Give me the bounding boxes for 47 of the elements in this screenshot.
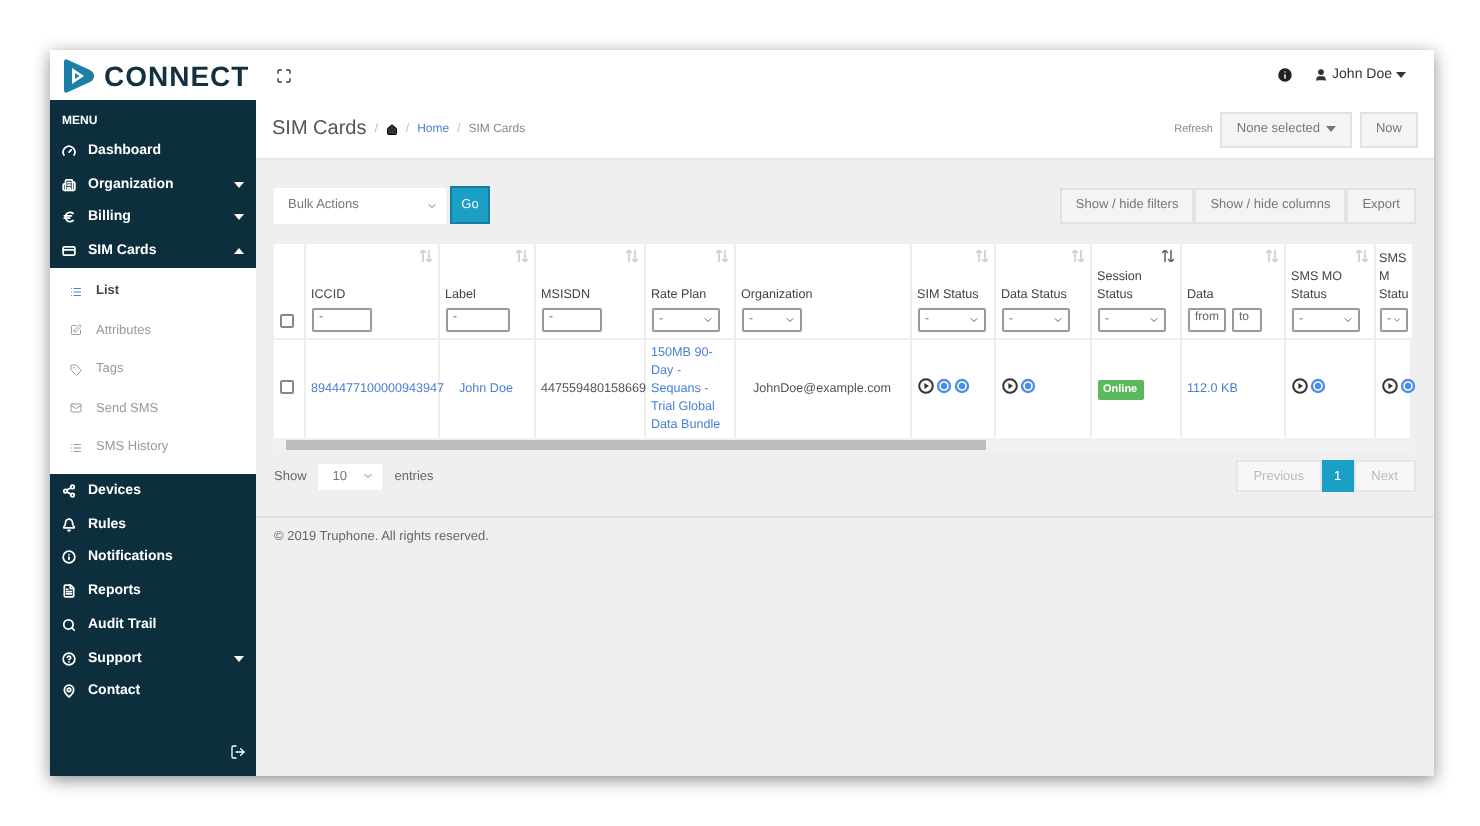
brand-name: CONNECT bbox=[104, 59, 250, 91]
menu-icon bbox=[70, 402, 82, 414]
menu-icon bbox=[70, 441, 82, 453]
chevron-icon bbox=[701, 314, 713, 326]
menu-icon bbox=[70, 363, 82, 375]
menu-icon bbox=[62, 684, 76, 699]
row-checkbox[interactable] bbox=[280, 379, 294, 393]
chevron-icon bbox=[426, 199, 438, 211]
chevron-icon bbox=[1051, 314, 1063, 326]
caret-icon bbox=[234, 247, 244, 254]
chevron-icon bbox=[362, 470, 375, 482]
home-icon[interactable] bbox=[385, 123, 398, 135]
caret-icon bbox=[234, 655, 244, 662]
chevron-icon bbox=[967, 314, 979, 326]
logout-icon[interactable] bbox=[230, 744, 246, 760]
menu-icon bbox=[62, 177, 76, 192]
menu-icon bbox=[62, 143, 76, 158]
menu-icon bbox=[62, 517, 76, 532]
status-icon[interactable] bbox=[953, 378, 969, 394]
menu-icon bbox=[62, 617, 76, 632]
chevron-icon bbox=[1147, 314, 1159, 326]
caret-icon bbox=[234, 214, 244, 221]
info-icon[interactable] bbox=[1276, 66, 1295, 84]
page-title: SIM Cards bbox=[272, 118, 367, 140]
play-icon[interactable] bbox=[1291, 378, 1307, 394]
chevron-icon bbox=[783, 314, 795, 326]
fullscreen-icon[interactable] bbox=[276, 67, 292, 83]
play-icon[interactable] bbox=[1381, 378, 1397, 394]
chevron-icon bbox=[1341, 314, 1353, 326]
menu-icon bbox=[70, 324, 82, 336]
menu-icon bbox=[62, 210, 76, 225]
menu-icon bbox=[62, 584, 76, 599]
menu-icon bbox=[62, 550, 76, 565]
menu-icon bbox=[62, 484, 76, 499]
caret-icon bbox=[234, 181, 244, 188]
sort-icon[interactable] bbox=[1161, 250, 1173, 262]
chevron-icon bbox=[1391, 314, 1401, 326]
caret-icon bbox=[1396, 72, 1406, 78]
user-icon bbox=[1314, 68, 1329, 82]
menu-icon bbox=[62, 243, 76, 258]
caret-icon bbox=[1325, 126, 1336, 132]
select-all-checkbox[interactable] bbox=[280, 314, 294, 328]
menu-icon bbox=[62, 651, 76, 666]
logo-icon bbox=[62, 57, 96, 93]
play-icon[interactable] bbox=[1001, 378, 1017, 394]
play-icon[interactable] bbox=[917, 378, 933, 394]
menu-icon bbox=[70, 285, 82, 297]
